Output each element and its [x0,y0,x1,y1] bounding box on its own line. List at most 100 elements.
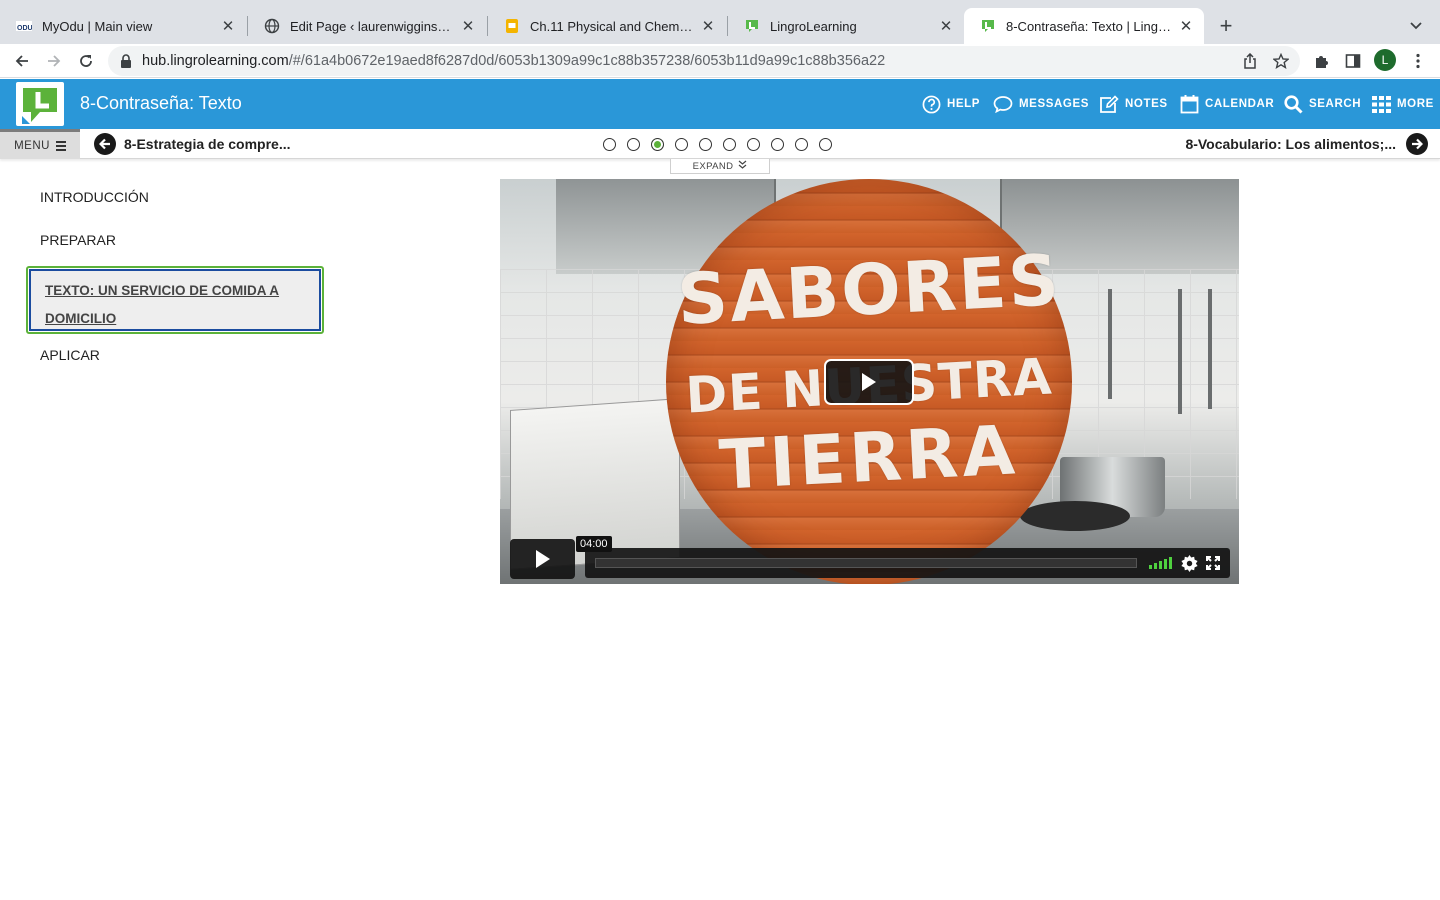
tab-title: LingroLearning [770,18,857,34]
browser-tabstrip: ODU MyOdu | Main view ✕ Edit Page ‹ laur… [0,0,1440,44]
edit-icon [1099,94,1119,114]
page-dot[interactable] [795,138,808,151]
globe-icon [264,18,280,34]
page-dot[interactable] [771,138,784,151]
search-button[interactable]: SEARCH [1284,79,1361,129]
browser-tab-edit-page[interactable]: Edit Page ‹ laurenwiggins — W ✕ [248,8,486,44]
sidebar-item-texto-active[interactable]: TEXTO: UN SERVICIO DE COMIDA A DOMICILIO [26,266,324,334]
arrow-right-icon [1406,133,1428,155]
help-button[interactable]: HELP [922,79,980,129]
sidebar-item-introduccion[interactable]: INTRODUCCIÓN [40,189,149,205]
help-label: HELP [947,98,981,110]
share-icon[interactable] [1237,48,1263,74]
slides-icon [504,18,520,34]
tab-title: Ch.11 Physical and Chemical C [530,18,694,34]
grid-icon [1372,95,1391,113]
lingro-icon [744,18,760,34]
previous-lesson-label: 8-Estrategia de compre... [124,136,291,152]
video-background [1208,289,1212,409]
play-button[interactable] [510,539,575,579]
gear-icon[interactable] [1179,553,1199,573]
fullscreen-icon[interactable] [1204,554,1222,572]
page-dot-active[interactable] [651,138,664,151]
close-icon[interactable]: ✕ [700,18,716,35]
lock-icon[interactable] [120,54,134,68]
app-header: 8-Contraseña: Texto HELP MESSAGES NOTES … [0,79,1440,129]
video-background [1020,501,1130,531]
close-icon[interactable]: ✕ [460,18,476,35]
page-dot[interactable] [603,138,616,151]
video-player[interactable]: SABORES DE NUESTRA TIERRA 04:00 [500,179,1239,584]
messages-label: MESSAGES [1019,98,1089,110]
progress-bar[interactable] [595,558,1137,568]
reload-icon[interactable] [73,48,99,74]
video-controls: 04:00 [576,536,1230,578]
page-dot[interactable] [699,138,712,151]
chat-icon [993,95,1013,113]
search-label: SEARCH [1309,98,1362,110]
notes-button[interactable]: NOTES [1099,79,1168,129]
back-arrow-icon[interactable] [9,48,35,74]
sidebar-item-preparar[interactable]: PREPARAR [40,232,116,248]
page-dot[interactable] [723,138,736,151]
address-bar[interactable]: hub.lingrolearning.com/#/61a4b0672e19aed… [108,46,1300,76]
calendar-label: CALENDAR [1205,98,1275,110]
calendar-button[interactable]: CALENDAR [1180,79,1274,129]
hamburger-icon [55,140,66,151]
profile-avatar[interactable]: L [1374,49,1396,71]
browser-tab-myodu[interactable]: ODU MyOdu | Main view ✕ [0,8,246,44]
more-button[interactable]: MORE [1372,79,1434,129]
big-play-button[interactable] [824,359,914,405]
play-icon [862,373,876,391]
side-panel-icon[interactable] [1340,48,1366,74]
page-dot[interactable] [675,138,688,151]
url-host: hub.lingrolearning.com [142,53,289,69]
volume-icon[interactable] [1149,556,1172,569]
sidebar-item-label: TEXTO: UN SERVICIO DE COMIDA A DOMICILIO [45,283,280,326]
next-lesson-label: 8-Vocabulario: Los alimentos;... [1185,136,1396,152]
close-icon[interactable]: ✕ [220,18,236,35]
play-icon [535,550,550,568]
sidebar-item-aplicar[interactable]: APLICAR [40,347,100,363]
notes-label: NOTES [1125,98,1168,110]
page-dot[interactable] [627,138,640,151]
close-icon[interactable]: ✕ [938,18,954,35]
expand-label: EXPAND [692,160,734,172]
close-icon[interactable]: ✕ [1178,18,1194,35]
menu-button[interactable]: MENU [0,129,80,159]
extensions-puzzle-icon[interactable] [1308,48,1334,74]
next-lesson-link[interactable]: 8-Vocabulario: Los alimentos;... [1185,129,1428,159]
tab-title: MyOdu | Main view [42,18,153,34]
menu-label: MENU [14,139,50,152]
browser-toolbar: hub.lingrolearning.com/#/61a4b0672e19aed… [0,44,1440,78]
search-icon [1284,94,1303,114]
new-tab-button[interactable]: + [1212,12,1240,40]
calendar-icon [1180,94,1199,114]
expand-button[interactable]: EXPAND [670,159,770,174]
page-dot[interactable] [747,138,760,151]
tab-search-icon[interactable] [1404,14,1428,38]
forward-arrow-icon[interactable] [41,48,67,74]
double-chevron-down-icon [738,160,747,172]
video-background [1178,289,1182,414]
browser-tab-active[interactable]: 8-Contraseña: Texto | LingroHu ✕ [964,8,1204,44]
url-path: /#/61a4b0672e19aed8f6287d0d/6053b1309a99… [288,53,886,69]
page-dots [603,138,832,152]
tab-title: 8-Contraseña: Texto | LingroHu [1006,18,1172,34]
video-duration: 04:00 [576,536,612,552]
tab-title: Edit Page ‹ laurenwiggins — W [290,18,454,34]
messages-button[interactable]: MESSAGES [993,79,1089,129]
help-icon [922,95,941,114]
bookmark-star-icon[interactable] [1268,48,1294,74]
lingro-icon [980,18,996,34]
svg-text:ODU: ODU [17,25,32,32]
previous-lesson-link[interactable]: 8-Estrategia de compre... [94,129,291,159]
page-title: 8-Contraseña: Texto [80,93,242,113]
lingro-logo[interactable] [16,82,64,126]
browser-tab-slides[interactable]: Ch.11 Physical and Chemical C ✕ [488,8,726,44]
browser-tab-lingrolearning[interactable]: LingroLearning ✕ [728,8,964,44]
odu-icon: ODU [16,18,32,34]
page-dot[interactable] [819,138,832,151]
kebab-menu-icon[interactable] [1405,48,1431,74]
lesson-nav-bar: MENU 8-Estrategia de compre... 8-Vocabul… [0,129,1440,159]
